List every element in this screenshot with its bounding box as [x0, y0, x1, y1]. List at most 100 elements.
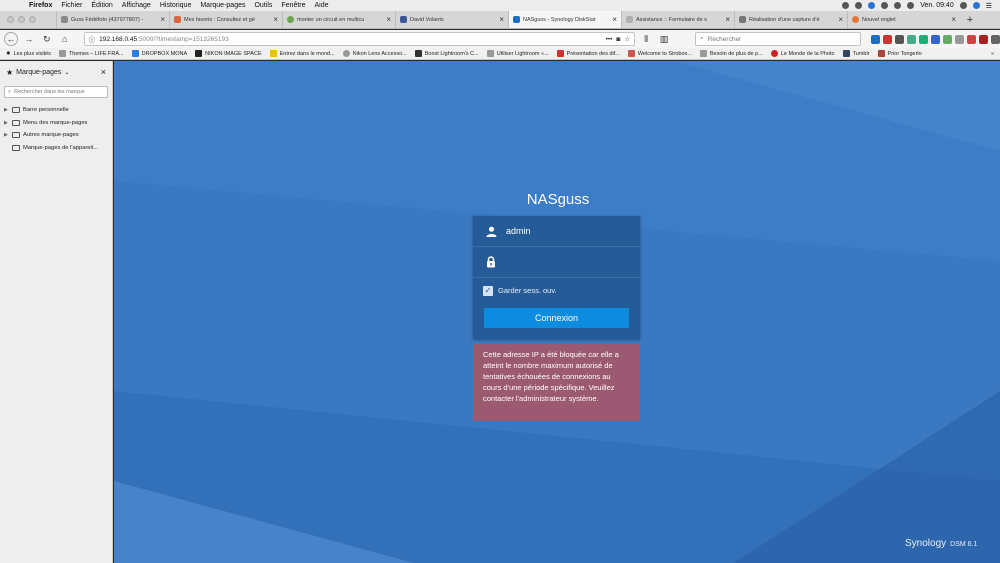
close-tab-icon[interactable]: ×	[612, 15, 617, 24]
bookmark-item[interactable]: NIKON IMAGE SPACE	[195, 50, 262, 57]
remember-checkbox[interactable]: ✓	[483, 285, 493, 296]
tab-nasguss[interactable]: NASguss - Synology DiskStat ×	[508, 11, 621, 28]
password-field[interactable]	[473, 247, 640, 278]
bookmark-item[interactable]: Présentation des dif...	[556, 50, 620, 57]
pocket-icon[interactable]: ◙	[616, 36, 620, 43]
url-host: 192.168.0.45	[99, 35, 138, 43]
extension-icon[interactable]	[894, 34, 904, 44]
close-tab-icon[interactable]: ×	[386, 15, 391, 24]
bookmark-item[interactable]: Tumblr	[842, 50, 870, 57]
menu-marque-pages[interactable]: Marque-pages	[200, 2, 245, 9]
menu-outils[interactable]: Outils	[254, 2, 272, 9]
sidebar-item-barre-personnelle[interactable]: ▶ Barre personnelle	[0, 104, 112, 117]
tab-mes-favoris[interactable]: Mes favoris : Consultez et gé ×	[169, 11, 282, 28]
dropbox-icon[interactable]	[868, 2, 876, 9]
minimize-window-button[interactable]	[18, 16, 25, 23]
bookmark-item[interactable]: ✸ Les plus visités	[6, 51, 51, 57]
close-tab-icon[interactable]: ×	[838, 15, 843, 24]
bookmark-item[interactable]: Welcome to Strobox...	[627, 50, 692, 57]
menu-list-icon[interactable]: ☰	[986, 2, 992, 10]
remember-row[interactable]: ✓ Garder sess. ouv.	[473, 278, 640, 303]
new-tab-button[interactable]: +	[960, 11, 980, 28]
close-window-button[interactable]	[7, 16, 14, 23]
tab-capture[interactable]: Réalisation d'une capture d'é ×	[734, 11, 847, 28]
tab-assistance[interactable]: Assistance :: Formulaire de s ×	[621, 11, 734, 28]
bookmark-item[interactable]: Le Monde de la Photo	[770, 50, 835, 57]
clock-text[interactable]: Ven. 09:40	[920, 2, 953, 9]
search-icon[interactable]	[959, 2, 967, 9]
sidebar-header[interactable]: ★ Marque-pages ⌄ ×	[0, 61, 112, 83]
zoom-window-button[interactable]	[29, 16, 36, 23]
extension-icon[interactable]	[978, 34, 988, 44]
bookmark-item[interactable]: Nikon Lens Accesso...	[342, 50, 407, 57]
expand-icon[interactable]: ▶	[4, 107, 9, 113]
page-actions-icon[interactable]: •••	[606, 36, 613, 43]
sidebar-item-autres-marque-pages[interactable]: ▶ Autres marque-pages	[0, 129, 112, 142]
close-icon[interactable]: ×	[101, 67, 106, 77]
info-icon[interactable]: ⓘ	[89, 34, 96, 44]
bookmark-item[interactable]: Themes – LIFE FRA...	[58, 50, 124, 57]
login-button[interactable]: Connexion	[484, 308, 629, 328]
back-button[interactable]: ←	[4, 32, 18, 46]
sidebar-item-menu-marque-pages[interactable]: ▶ Menu des marque-pages	[0, 117, 112, 130]
extension-icon[interactable]	[966, 34, 976, 44]
brand-version: DSM 6.1	[950, 541, 978, 548]
bookmark-item[interactable]: Entrez dans le mond...	[269, 50, 335, 57]
cloud-icon[interactable]	[855, 2, 863, 9]
expand-icon[interactable]: ▶	[4, 120, 9, 126]
chevron-down-icon[interactable]: ⌄	[64, 69, 69, 76]
sidebar-toggle-icon[interactable]: ▥	[657, 32, 671, 46]
tab-circuit[interactable]: monter un circuit en multicu ×	[282, 11, 395, 28]
bookmark-favicon	[627, 50, 635, 57]
sidebar-search-input[interactable]: ⌕ Rechercher dans les marque	[4, 86, 108, 98]
bookmark-item[interactable]: Utiliser Lightroom «...	[486, 50, 549, 57]
tab-guss-fedefoto[interactable]: Guss Fédéfoto (437977807) - ×	[56, 11, 169, 28]
menu-edition[interactable]: Édition	[91, 2, 112, 9]
close-tab-icon[interactable]: ×	[160, 15, 165, 24]
expand-icon[interactable]: ▶	[4, 132, 9, 138]
library-icon[interactable]: ⦀	[639, 32, 653, 46]
bookmark-item[interactable]: Boost Lightroom's C...	[414, 50, 479, 57]
status-area: Ven. 09:40 ☰	[842, 2, 1000, 10]
clock-icon[interactable]	[881, 2, 889, 9]
extension-icon[interactable]	[906, 34, 916, 44]
tab-nouvel-onglet[interactable]: Nouvel onglet ×	[847, 11, 960, 28]
url-bar[interactable]: ⓘ 192.168.0.45:5000/?timestamp=151326519…	[83, 32, 636, 46]
extension-icon[interactable]	[918, 34, 928, 44]
reload-button[interactable]: ↻	[40, 32, 54, 46]
bookmark-star-icon[interactable]: ☆	[624, 35, 630, 43]
battery-icon[interactable]	[907, 2, 915, 9]
bookmark-item[interactable]: Prior Tongerlo	[877, 50, 922, 57]
tab-david-volants[interactable]: David Volants ×	[395, 11, 508, 28]
bookmark-item[interactable]: Besoin de plus de p...	[699, 50, 763, 57]
close-tab-icon[interactable]: ×	[725, 15, 730, 24]
menu-affichage[interactable]: Affichage	[122, 2, 151, 9]
screen: Firefox Fichier Édition Affichage Histor…	[0, 0, 1000, 563]
extension-icon[interactable]	[942, 34, 952, 44]
close-tab-icon[interactable]: ×	[499, 15, 504, 24]
menu-icon[interactable]	[990, 34, 1000, 44]
menu-fichier[interactable]: Fichier	[61, 2, 82, 9]
close-tab-icon[interactable]: ×	[273, 15, 278, 24]
extension-icon[interactable]	[930, 34, 940, 44]
menu-aide[interactable]: Aide	[315, 2, 329, 9]
username-field[interactable]	[473, 216, 640, 247]
siri-icon[interactable]	[972, 2, 980, 9]
status-icon[interactable]	[842, 2, 850, 9]
menu-historique[interactable]: Historique	[160, 2, 192, 9]
password-input[interactable]	[506, 257, 626, 267]
more-bookmarks-icon[interactable]: »	[991, 51, 994, 57]
forward-button[interactable]: →	[22, 32, 36, 46]
sidebar-item-marque-pages-appareil[interactable]: Marque-pages de l'appareil...	[0, 142, 112, 155]
search-box[interactable]: ⌕ Rechercher	[694, 32, 861, 46]
menu-app[interactable]: Firefox	[29, 2, 52, 9]
menu-fenetre[interactable]: Fenêtre	[281, 2, 305, 9]
username-input[interactable]	[506, 226, 626, 236]
home-button[interactable]: ⌂	[58, 32, 72, 46]
close-tab-icon[interactable]: ×	[951, 15, 956, 24]
extension-icon[interactable]	[954, 34, 964, 44]
extension-icon[interactable]	[882, 34, 892, 44]
bookmark-item[interactable]: DROPBOX MONA	[131, 50, 187, 57]
wifi-icon[interactable]	[894, 2, 902, 9]
extension-icon[interactable]	[870, 34, 880, 44]
